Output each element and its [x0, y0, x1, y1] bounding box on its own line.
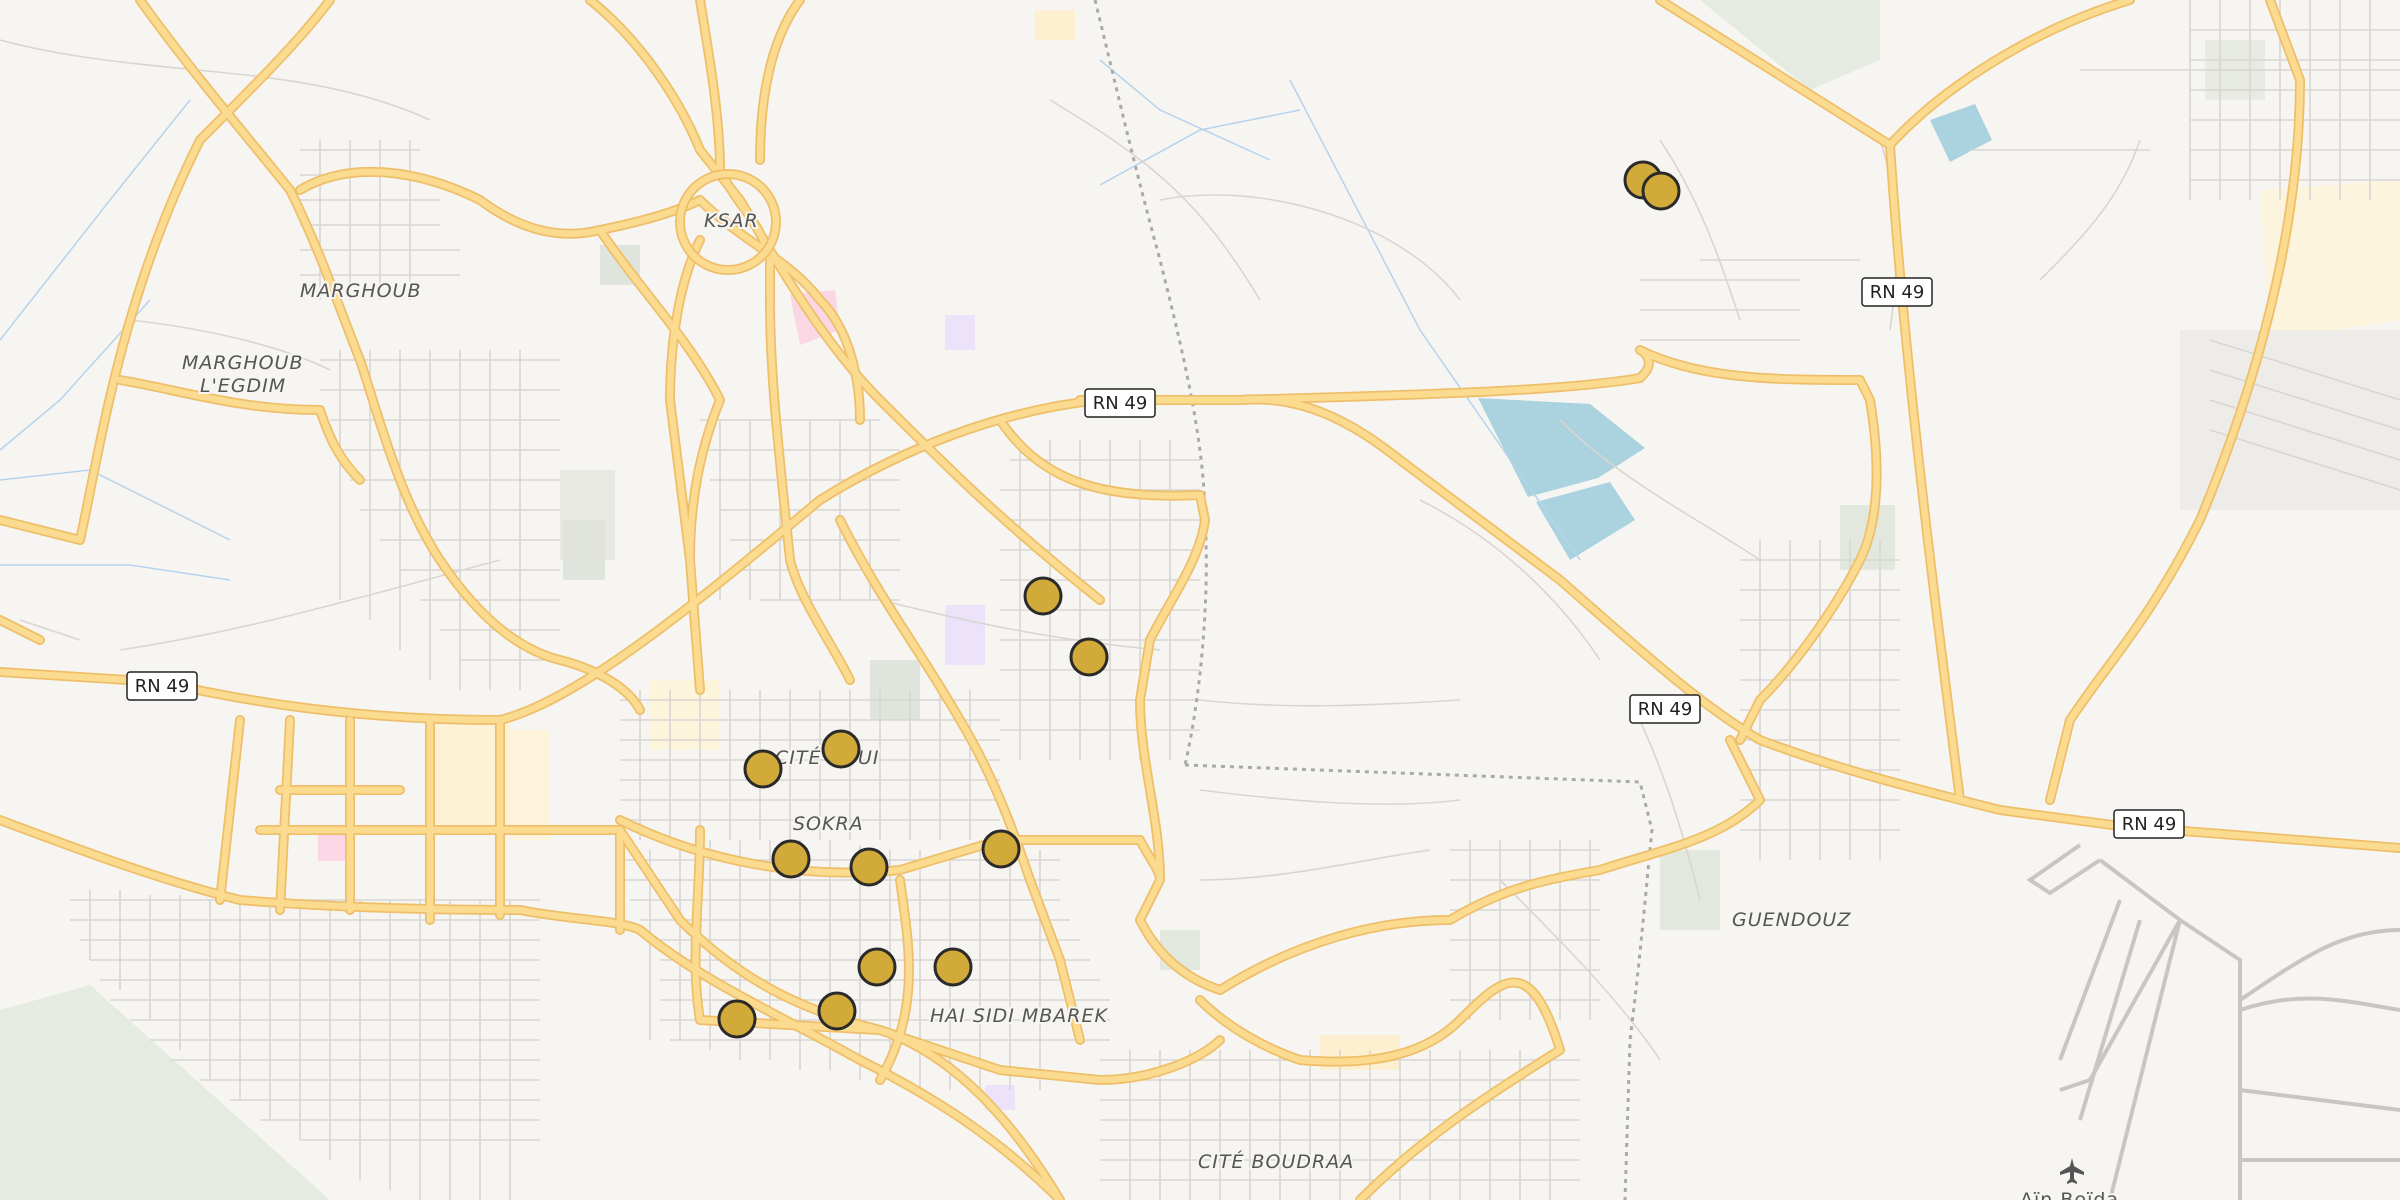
road-shield: RN 49 — [126, 671, 198, 701]
location-marker[interactable] — [1023, 576, 1063, 616]
road-shield-label: RN 49 — [1093, 393, 1148, 414]
place-marghoub: MARGHOUB — [300, 280, 422, 302]
road-shield-label: RN 49 — [1638, 699, 1693, 720]
place-marghoub-legdim: L'EGDIM — [200, 375, 286, 397]
place-marghoub-legdim: MARGHOUB — [182, 352, 304, 374]
location-marker[interactable] — [817, 991, 857, 1031]
location-marker[interactable] — [1069, 637, 1109, 677]
road-shield-label: RN 49 — [135, 676, 190, 697]
place-ksar: KSAR — [704, 210, 759, 232]
map-canvas[interactable]: KSAR MARGHOUB MARGHOUB L'EGDIM CITÉ UI S… — [0, 0, 2400, 1200]
place-guendouz: GUENDOUZ — [1732, 909, 1851, 931]
location-marker[interactable] — [771, 839, 811, 879]
location-marker[interactable] — [743, 749, 783, 789]
place-hai-sidi-mbarek: HAI SIDI MBAREK — [930, 1005, 1108, 1027]
location-marker[interactable] — [849, 847, 889, 887]
place-ui: UI — [858, 747, 880, 769]
road-shield: RN 49 — [2113, 809, 2185, 839]
place-ain-beida: Aïn Beïda — [2020, 1189, 2119, 1200]
road-shield-label: RN 49 — [2122, 814, 2177, 835]
road-shield: RN 49 — [1861, 277, 1933, 307]
location-marker[interactable] — [857, 947, 897, 987]
location-marker[interactable] — [717, 999, 757, 1039]
road-shield: RN 49 — [1629, 694, 1701, 724]
road-shield-label: RN 49 — [1870, 282, 1925, 303]
location-marker[interactable] — [981, 829, 1021, 869]
place-sokra: SOKRA — [793, 813, 864, 835]
location-marker[interactable] — [1641, 171, 1681, 211]
place-cite-boudraa: CITÉ BOUDRAA — [1198, 1150, 1354, 1173]
location-marker[interactable] — [821, 729, 861, 769]
road-shield: RN 49 — [1084, 388, 1156, 418]
location-marker[interactable] — [933, 947, 973, 987]
